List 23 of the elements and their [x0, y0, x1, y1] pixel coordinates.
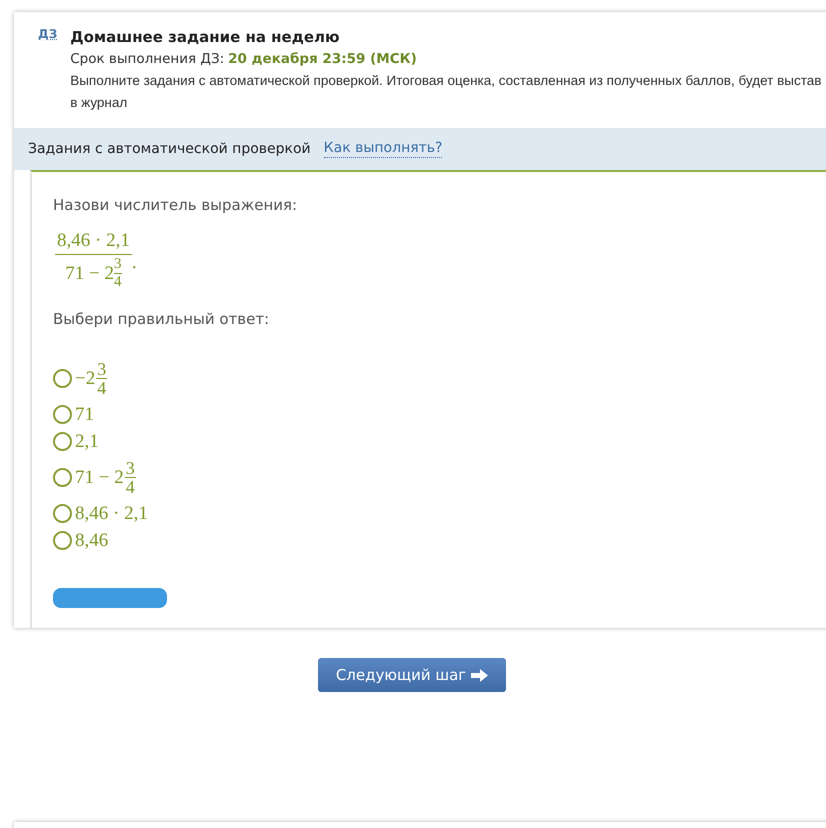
- radio-button[interactable]: [53, 432, 72, 451]
- description-text: Выполните задания с автоматической проверкой. Итоговая оценка, составленная из полученных баллов, будет выстав в журнал: [70, 72, 822, 112]
- answer-prompt: Выбери правильный ответ:: [53, 308, 270, 330]
- answer-text: 2,1: [75, 432, 99, 451]
- deadline-value: 20 декабря 23:59 (МСК): [228, 50, 417, 69]
- next-step-button[interactable]: Следующий шаг: [318, 658, 506, 692]
- radio-button[interactable]: [53, 369, 72, 388]
- submit-button[interactable]: [53, 588, 167, 608]
- homework-label: ДЗ: [38, 28, 58, 40]
- radio-button[interactable]: [53, 468, 72, 487]
- radio-button[interactable]: [53, 405, 72, 424]
- answer-text: 8,46 · 2,1: [75, 504, 148, 523]
- fraction: 3 4: [114, 256, 122, 290]
- answer-text: 8,46: [75, 531, 108, 550]
- task-prompt: Назови числитель выражения:: [53, 195, 298, 216]
- answer-text: 71: [75, 405, 94, 424]
- arrow-right-icon: [471, 668, 488, 682]
- card-title: Домашнее задание на неделю: [70, 27, 341, 48]
- deadline-label: Срок выполнения ДЗ:: [70, 50, 224, 69]
- help-link[interactable]: Как выполнять?: [324, 140, 442, 158]
- section-title: Задания с автоматической проверкой: [28, 140, 311, 158]
- radio-button[interactable]: [53, 504, 72, 523]
- radio-button[interactable]: [53, 531, 72, 550]
